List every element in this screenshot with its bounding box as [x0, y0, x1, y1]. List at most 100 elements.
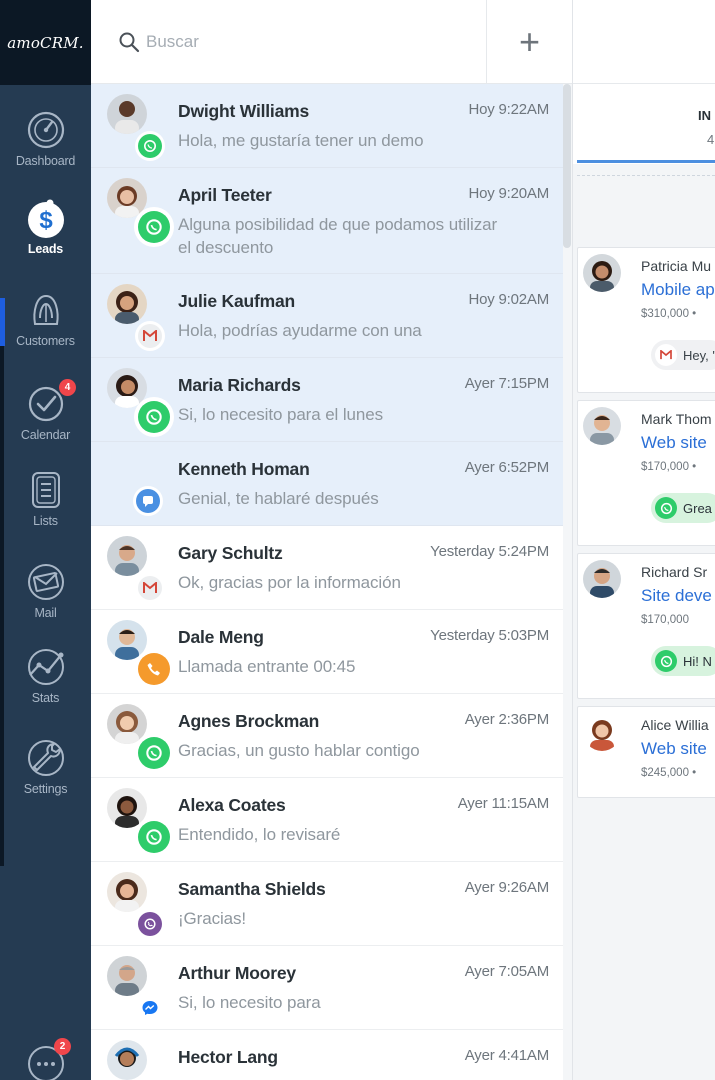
- conversation-item[interactable]: April Teeter Hoy 9:20AM Alguna posibilid…: [91, 168, 563, 274]
- sidebar-item-dashboard[interactable]: Dashboard: [0, 108, 91, 168]
- message-time: Ayer 2:36PM: [464, 711, 549, 728]
- lead-title[interactable]: Web site: [641, 433, 707, 453]
- stage-title: IN: [698, 108, 711, 123]
- whatsapp-channel-badge: [134, 397, 174, 437]
- sidebar-item-calendar[interactable]: Calendar 4: [0, 379, 91, 442]
- lead-contact-name: Mark Thom: [641, 411, 712, 427]
- sidebar-item-stats[interactable]: Stats: [0, 645, 91, 705]
- conversation-item[interactable]: Maria Richards Ayer 7:15PM Si, lo necesi…: [91, 358, 563, 442]
- conversation-item[interactable]: Hector Lang Ayer 4:41AM: [91, 1030, 563, 1080]
- whatsapp-icon: [146, 829, 162, 845]
- message-preview: Genial, te hablaré después: [178, 489, 379, 508]
- sidebar-item-leads[interactable]: $ Leads: [0, 196, 91, 256]
- add-conversation-button[interactable]: +: [486, 0, 572, 84]
- avatar: [583, 254, 621, 292]
- lead-message-text: Grea: [683, 500, 712, 516]
- avatar: [583, 407, 621, 445]
- chat-channel-badge: [133, 486, 163, 516]
- chat-button[interactable]: 2: [24, 1038, 71, 1080]
- message-time: Ayer 7:05AM: [464, 963, 549, 980]
- message-preview: Hola, me gustaría tener un demo: [178, 131, 424, 150]
- lead-contact-name: Richard Sr: [641, 564, 708, 580]
- lead-price: $170,000 •: [641, 461, 697, 473]
- contact-name: Agnes Brockman: [178, 711, 320, 731]
- lead-title[interactable]: Web site: [641, 739, 707, 759]
- conversation-item[interactable]: Arthur Moorey Ayer 7:05AM Si, lo necesit…: [91, 946, 563, 1030]
- message-preview: Ok, gracias por la información: [178, 573, 401, 592]
- messenger-channel-badge: [135, 993, 165, 1023]
- lead-message-chip[interactable]: Grea: [651, 493, 715, 523]
- stats-icon: [27, 649, 64, 685]
- sidebar-item-label: Leads: [27, 242, 64, 256]
- lead-message-chip[interactable]: Hey, ': [651, 340, 715, 370]
- sidebar-item-lists[interactable]: Lists: [0, 468, 91, 528]
- lead-card[interactable]: Patricia Mu Mobile ap $310,000 • Hey, ': [577, 247, 715, 393]
- avatar: [583, 560, 621, 598]
- lead-card[interactable]: Mark Thom Web site $170,000 • Grea: [577, 400, 715, 546]
- stage-divider: [577, 175, 715, 176]
- message-time: Ayer 4:41AM: [464, 1047, 549, 1064]
- logo[interactable]: amoCRM.: [0, 0, 91, 85]
- conversation-item[interactable]: Julie Kaufman Hoy 9:02AM Hola, podrías a…: [91, 274, 563, 358]
- message-preview: Entendido, lo revisaré: [178, 825, 341, 844]
- whatsapp-icon: [146, 745, 162, 761]
- calendar-notification-badge: 4: [59, 379, 76, 396]
- whatsapp-icon: [144, 140, 156, 152]
- sidebar-item-settings[interactable]: Settings: [0, 736, 91, 796]
- contact-name: Hector Lang: [178, 1047, 278, 1067]
- sidebar-item-mail[interactable]: Mail: [0, 560, 91, 620]
- speedometer-icon: [27, 111, 64, 149]
- contact-name: Dale Meng: [178, 627, 264, 647]
- message-preview: Si, lo necesito para el lunes: [178, 405, 384, 424]
- lead-price: $245,000 •: [641, 767, 697, 779]
- conversation-item[interactable]: Samantha Shields Ayer 9:26AM ¡Gracias!: [91, 862, 563, 946]
- wrench-icon: [27, 740, 64, 776]
- lead-card[interactable]: Alice Willia Web site $245,000 •: [577, 706, 715, 798]
- message-time: Yesterday 5:24PM: [430, 543, 549, 560]
- conversation-item[interactable]: Alexa Coates Ayer 11:15AM Entendido, lo …: [91, 778, 563, 862]
- sidebar-item-label: Mail: [34, 606, 57, 620]
- phone-icon: [147, 663, 160, 676]
- lead-price: $170,000: [641, 614, 689, 626]
- chat-notification-badge: 2: [54, 1038, 71, 1055]
- sidebar-item-label: Dashboard: [15, 154, 76, 168]
- sidebar-item-customers[interactable]: Customers: [0, 288, 91, 348]
- scrollbar-thumb[interactable]: [563, 84, 571, 248]
- message-time: Ayer 9:26AM: [464, 879, 549, 896]
- plus-icon: +: [518, 20, 541, 62]
- sidebar-item-label: Lists: [33, 514, 58, 528]
- conversation-item[interactable]: Kenneth Homan Ayer 6:52PM Genial, te hab…: [91, 442, 563, 526]
- mail-icon: [27, 564, 64, 600]
- lead-message-chip[interactable]: Hi! N: [651, 646, 715, 676]
- lead-card[interactable]: Richard Sr Site deve $170,000 Hi! N: [577, 553, 715, 699]
- contact-name: Julie Kaufman: [178, 291, 296, 311]
- logo-text: amoCRM.: [7, 33, 84, 52]
- message-preview: Si, lo necesito para: [178, 993, 321, 1012]
- message-time: Hoy 9:22AM: [468, 101, 549, 118]
- stage-header[interactable]: [573, 84, 715, 164]
- lead-contact-name: Alice Willia: [641, 717, 709, 733]
- messenger-icon: [142, 1001, 158, 1015]
- svg-text:$: $: [39, 207, 53, 234]
- contact-name: Dwight Williams: [178, 101, 310, 121]
- contact-name: Arthur Moorey: [178, 963, 296, 983]
- search-icon: [119, 32, 140, 52]
- conversation-item[interactable]: Agnes Brockman Ayer 2:36PM Gracias, un g…: [91, 694, 563, 778]
- conversation-item[interactable]: Dale Meng Yesterday 5:03PM Llamada entra…: [91, 610, 563, 694]
- lead-price: $310,000 •: [641, 308, 697, 320]
- contact-name: Maria Richards: [178, 375, 301, 395]
- conversation-list: Dwight Williams Hoy 9:22AM Hola, me gust…: [91, 84, 563, 1080]
- gmail-channel-badge: [135, 573, 165, 603]
- whatsapp-channel-badge: [134, 207, 174, 247]
- lead-title[interactable]: Site deve: [641, 586, 712, 606]
- customers-icon: [32, 294, 59, 325]
- conversation-item[interactable]: Gary Schultz Yesterday 5:24PM Ok, gracia…: [91, 526, 563, 610]
- search-input[interactable]: [146, 31, 446, 52]
- lead-title[interactable]: Mobile ap: [641, 280, 715, 300]
- conversation-item[interactable]: Dwight Williams Hoy 9:22AM Hola, me gust…: [91, 84, 563, 168]
- search-bar: [91, 0, 486, 84]
- avatar: [107, 94, 147, 134]
- sidebar-item-label: Calendar: [20, 428, 71, 442]
- contact-name: Samantha Shields: [178, 879, 326, 899]
- gmail-icon: [143, 330, 157, 341]
